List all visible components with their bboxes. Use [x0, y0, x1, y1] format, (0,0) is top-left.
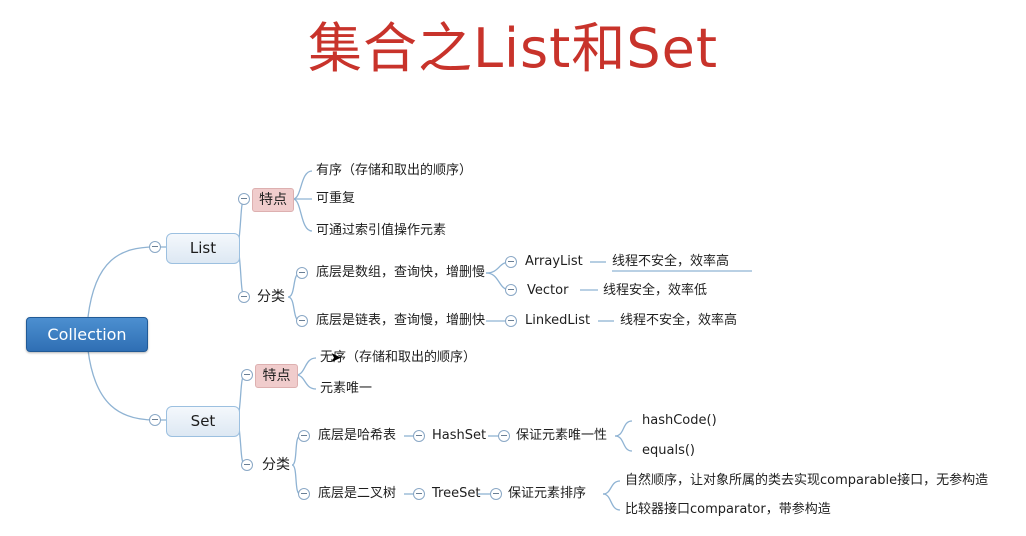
set-node[interactable]: Set [166, 406, 240, 437]
hash-guarantee-node[interactable]: 保证元素唯一性 [516, 428, 607, 444]
collapse-list-array-icon[interactable] [296, 267, 308, 279]
collapse-vector-icon[interactable] [505, 284, 517, 296]
set-feature-unique: 元素唯一 [320, 381, 373, 396]
mouse-cursor-icon: ➤ [330, 350, 342, 366]
collapse-set-hash-icon[interactable] [298, 430, 310, 442]
collapse-set-tree-icon[interactable] [298, 488, 310, 500]
edge-equals [614, 435, 633, 452]
natural-order-method: 自然顺序，让对象所属的类去实现comparable接口，无参构造 [625, 473, 989, 488]
linkedlist-node[interactable]: LinkedList [525, 313, 590, 329]
collapse-treeset-icon[interactable] [413, 488, 425, 500]
vector-node[interactable]: Vector [527, 283, 568, 299]
collapse-arraylist-icon[interactable] [505, 256, 517, 268]
connector-lines [87, 170, 752, 511]
collapse-tree-guarantee-icon[interactable] [490, 488, 502, 500]
list-node[interactable]: List [166, 233, 240, 264]
set-features-node[interactable]: 特点 [255, 364, 298, 388]
list-category-node[interactable]: 分类 [257, 289, 285, 305]
edge-root-set [87, 349, 156, 421]
collapse-hashset-icon[interactable] [413, 430, 425, 442]
edge-root-list [87, 246, 156, 318]
edge-list-feat-3 [292, 198, 313, 232]
collection-root-node[interactable]: Collection [26, 317, 148, 352]
tree-guarantee-node[interactable]: 保证元素排序 [508, 486, 586, 502]
edge-comparator [602, 493, 621, 511]
list-feature-index: 可通过索引值操作元素 [316, 223, 447, 238]
treeset-node[interactable]: TreeSet [432, 486, 480, 502]
collapse-list-features-icon[interactable] [238, 193, 250, 205]
list-array-node[interactable]: 底层是数组，查询快，增删慢 [316, 265, 485, 281]
set-category-node[interactable]: 分类 [262, 457, 290, 473]
collapse-set-icon[interactable] [149, 414, 161, 426]
collapse-hash-guarantee-icon[interactable] [498, 430, 510, 442]
set-tree-node[interactable]: 底层是二叉树 [318, 486, 396, 502]
equals-method: equals() [642, 443, 695, 458]
edge-natural [602, 480, 621, 495]
edge-set-hash [291, 435, 301, 466]
linkedlist-note: 线程不安全，效率高 [620, 313, 738, 328]
collapse-linkedlist-icon[interactable] [505, 315, 517, 327]
edge-list-feat-1 [292, 170, 313, 200]
collapse-list-icon[interactable] [149, 241, 161, 253]
list-feature-ordered: 有序（存储和取出的顺序） [316, 163, 473, 178]
edge-hashcode [614, 420, 633, 437]
edge-set-feat-2 [295, 374, 317, 390]
collapse-set-category-icon[interactable] [241, 459, 253, 471]
set-feature-unordered: 无序（存储和取出的顺序） [320, 350, 477, 365]
collapse-list-linked-icon[interactable] [296, 315, 308, 327]
edge-set-feat-1 [295, 357, 317, 376]
vector-note: 线程安全，效率低 [603, 283, 708, 298]
comparator-method: 比较器接口comparator，带参构造 [625, 502, 831, 517]
arraylist-node[interactable]: ArrayList [525, 254, 583, 270]
hashset-node[interactable]: HashSet [432, 428, 486, 444]
collapse-list-category-icon[interactable] [238, 291, 250, 303]
list-linked-node[interactable]: 底层是链表，查询慢，增删快 [316, 313, 485, 329]
arraylist-note: 线程不安全，效率高 [612, 254, 730, 269]
hashcode-method: hashCode() [642, 413, 717, 428]
list-feature-repeatable: 可重复 [316, 191, 356, 206]
set-hash-node[interactable]: 底层是哈希表 [318, 428, 396, 444]
collapse-set-features-icon[interactable] [241, 369, 253, 381]
list-features-node[interactable]: 特点 [252, 188, 294, 212]
